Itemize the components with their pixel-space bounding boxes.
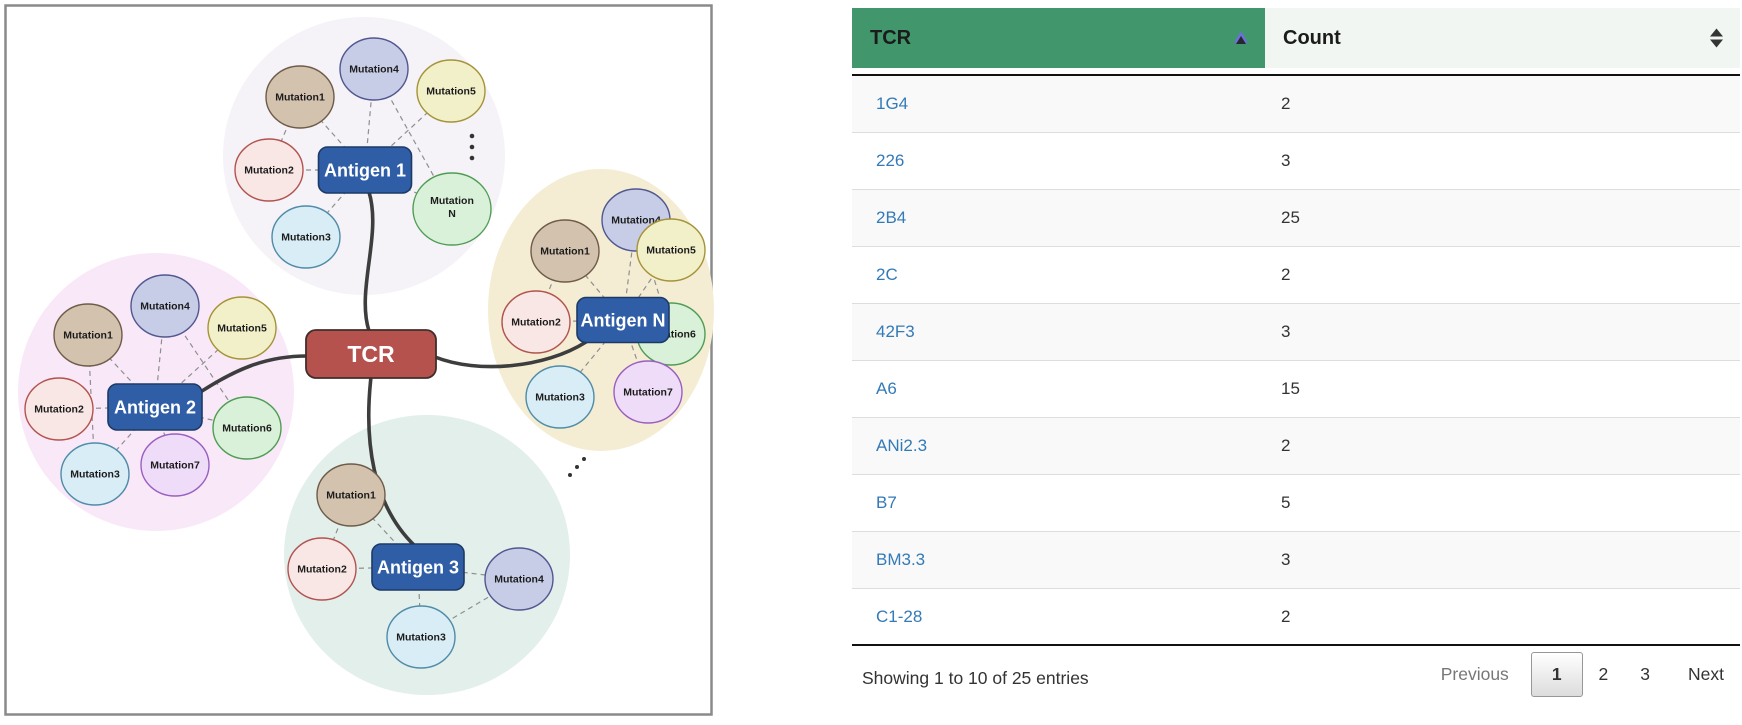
mutation-node-label: Mutation3 <box>281 232 331 244</box>
mutation-node-label: Mutation4 <box>494 574 544 586</box>
table-footer: Showing 1 to 10 of 25 entries Previous12… <box>852 646 1740 712</box>
mutation-node-label: Mutation4 <box>140 301 190 313</box>
column-header-count[interactable]: Count <box>1265 8 1740 68</box>
table-row: 42F3 3 <box>852 304 1740 361</box>
count-cell: 3 <box>1265 550 1740 570</box>
tcr-link[interactable]: B7 <box>876 493 897 512</box>
page-button-3[interactable]: 3 <box>1624 653 1666 696</box>
mutation-node-label: Mutation3 <box>396 632 446 644</box>
mutation-node-label: Mutation1 <box>326 490 376 502</box>
tcr-link[interactable]: 2B4 <box>876 208 906 227</box>
count-cell: 2 <box>1265 436 1740 456</box>
mutation-node-label: Mutation5 <box>217 323 267 335</box>
table-row: C1-28 2 <box>852 589 1740 646</box>
pagination: Previous123Next <box>1425 652 1740 697</box>
tcr-cell: BM3.3 <box>852 550 1265 570</box>
table-row: 2B4 25 <box>852 190 1740 247</box>
diagonal-ellipsis-dot <box>582 457 586 461</box>
mutation-node-label: Mutation1 <box>63 330 113 342</box>
tcr-cell: 1G4 <box>852 94 1265 114</box>
table-row: B7 5 <box>852 475 1740 532</box>
tcr-cell: C1-28 <box>852 607 1265 627</box>
mutation-node-label: Mutation2 <box>511 317 561 329</box>
table-row: 226 3 <box>852 133 1740 190</box>
table-row: BM3.3 3 <box>852 532 1740 589</box>
mutation-node-label: Mutation7 <box>150 460 200 472</box>
tcr-cell: ANi2.3 <box>852 436 1265 456</box>
mutation-node-label: Mutation4 <box>349 64 399 76</box>
count-cell: 2 <box>1265 607 1740 627</box>
page-button-1[interactable]: 1 <box>1531 652 1583 697</box>
tcr-link[interactable]: A6 <box>876 379 897 398</box>
count-cell: 25 <box>1265 208 1740 228</box>
sort-ascending-icon[interactable] <box>1233 29 1249 47</box>
table-row: ANi2.3 2 <box>852 418 1740 475</box>
mutation-node-label: Mutation3 <box>70 469 120 481</box>
vertical-ellipsis-dot <box>470 156 475 161</box>
tcr-cell: 42F3 <box>852 322 1265 342</box>
count-cell: 15 <box>1265 379 1740 399</box>
antigen-box-label: Antigen 3 <box>377 558 459 578</box>
antigen-box-label: Antigen 2 <box>114 398 196 418</box>
showing-entries-info: Showing 1 to 10 of 25 entries <box>862 668 1089 689</box>
tcr-link[interactable]: ANi2.3 <box>876 436 927 455</box>
diagonal-ellipsis-dot <box>568 473 572 477</box>
next-page-button[interactable]: Next <box>1666 653 1740 696</box>
count-cell: 3 <box>1265 322 1740 342</box>
tcr-cell: B7 <box>852 493 1265 513</box>
tcr-cell: 2B4 <box>852 208 1265 228</box>
tcr-link[interactable]: 42F3 <box>876 322 915 341</box>
mutation-node-label: Mutation2 <box>297 564 347 576</box>
antigen-box-label: Antigen 1 <box>324 161 406 181</box>
mutation-node-label: Mutation7 <box>623 387 673 399</box>
tcr-antigen-network-diagram: Mutation1 Mutation4 Mutation5 Mutation2 Muta… <box>0 0 720 725</box>
mutation-node-label: Mutation5 <box>646 245 696 257</box>
tcr-link[interactable]: 226 <box>876 151 904 170</box>
tcr-count-table: TCR Count 1G4222632B4252C <box>852 8 1740 712</box>
mutation-node-label: Mutation6 <box>222 423 272 435</box>
table-row: 1G4 2 <box>852 76 1740 133</box>
table-row: 2C 2 <box>852 247 1740 304</box>
sort-both-icon[interactable] <box>1709 28 1724 49</box>
mutation-node-label: Mutation3 <box>535 392 585 404</box>
tcr-link[interactable]: 1G4 <box>876 94 908 113</box>
mutation-node-label: Mutation5 <box>426 86 476 98</box>
count-cell: 3 <box>1265 151 1740 171</box>
mutation-node-label: Mutation2 <box>244 165 294 177</box>
count-cell: 2 <box>1265 94 1740 114</box>
tcr-cell: 2C <box>852 265 1265 285</box>
tcr-cell: A6 <box>852 379 1265 399</box>
previous-page-button[interactable]: Previous <box>1425 653 1531 696</box>
tcr-cell: 226 <box>852 151 1265 171</box>
tcr-box-label: TCR <box>347 341 395 367</box>
table-row: A6 15 <box>852 361 1740 418</box>
mutation-node-label: Mutation2 <box>34 404 84 416</box>
mutation-node-label: Mutation1 <box>275 92 325 104</box>
vertical-ellipsis-dot <box>470 145 475 150</box>
diagonal-ellipsis-dot <box>575 465 579 469</box>
header-divider <box>852 68 1740 76</box>
mutation-node-label: Mutation1 <box>540 246 590 258</box>
page-button-2[interactable]: 2 <box>1583 653 1625 696</box>
antigen-box-label: Antigen N <box>581 311 666 331</box>
column-header-tcr-label: TCR <box>870 27 911 50</box>
count-cell: 2 <box>1265 265 1740 285</box>
tcr-link[interactable]: C1-28 <box>876 607 922 626</box>
tcr-link[interactable]: 2C <box>876 265 898 284</box>
table-body: 1G4 2 226 3 2B4 25 2C 2 42F3 3 A6 15 ANi2.3 2 B7 5 BM3.3… <box>852 76 1740 646</box>
column-header-count-label: Count <box>1283 27 1341 50</box>
table-header-row: TCR Count <box>852 8 1740 68</box>
page: Mutation1 Mutation4 Mutation5 Mutation2 Muta… <box>0 0 1742 725</box>
column-header-tcr[interactable]: TCR <box>852 8 1265 68</box>
vertical-ellipsis-dot <box>470 134 475 139</box>
tcr-link[interactable]: BM3.3 <box>876 550 925 569</box>
count-cell: 5 <box>1265 493 1740 513</box>
